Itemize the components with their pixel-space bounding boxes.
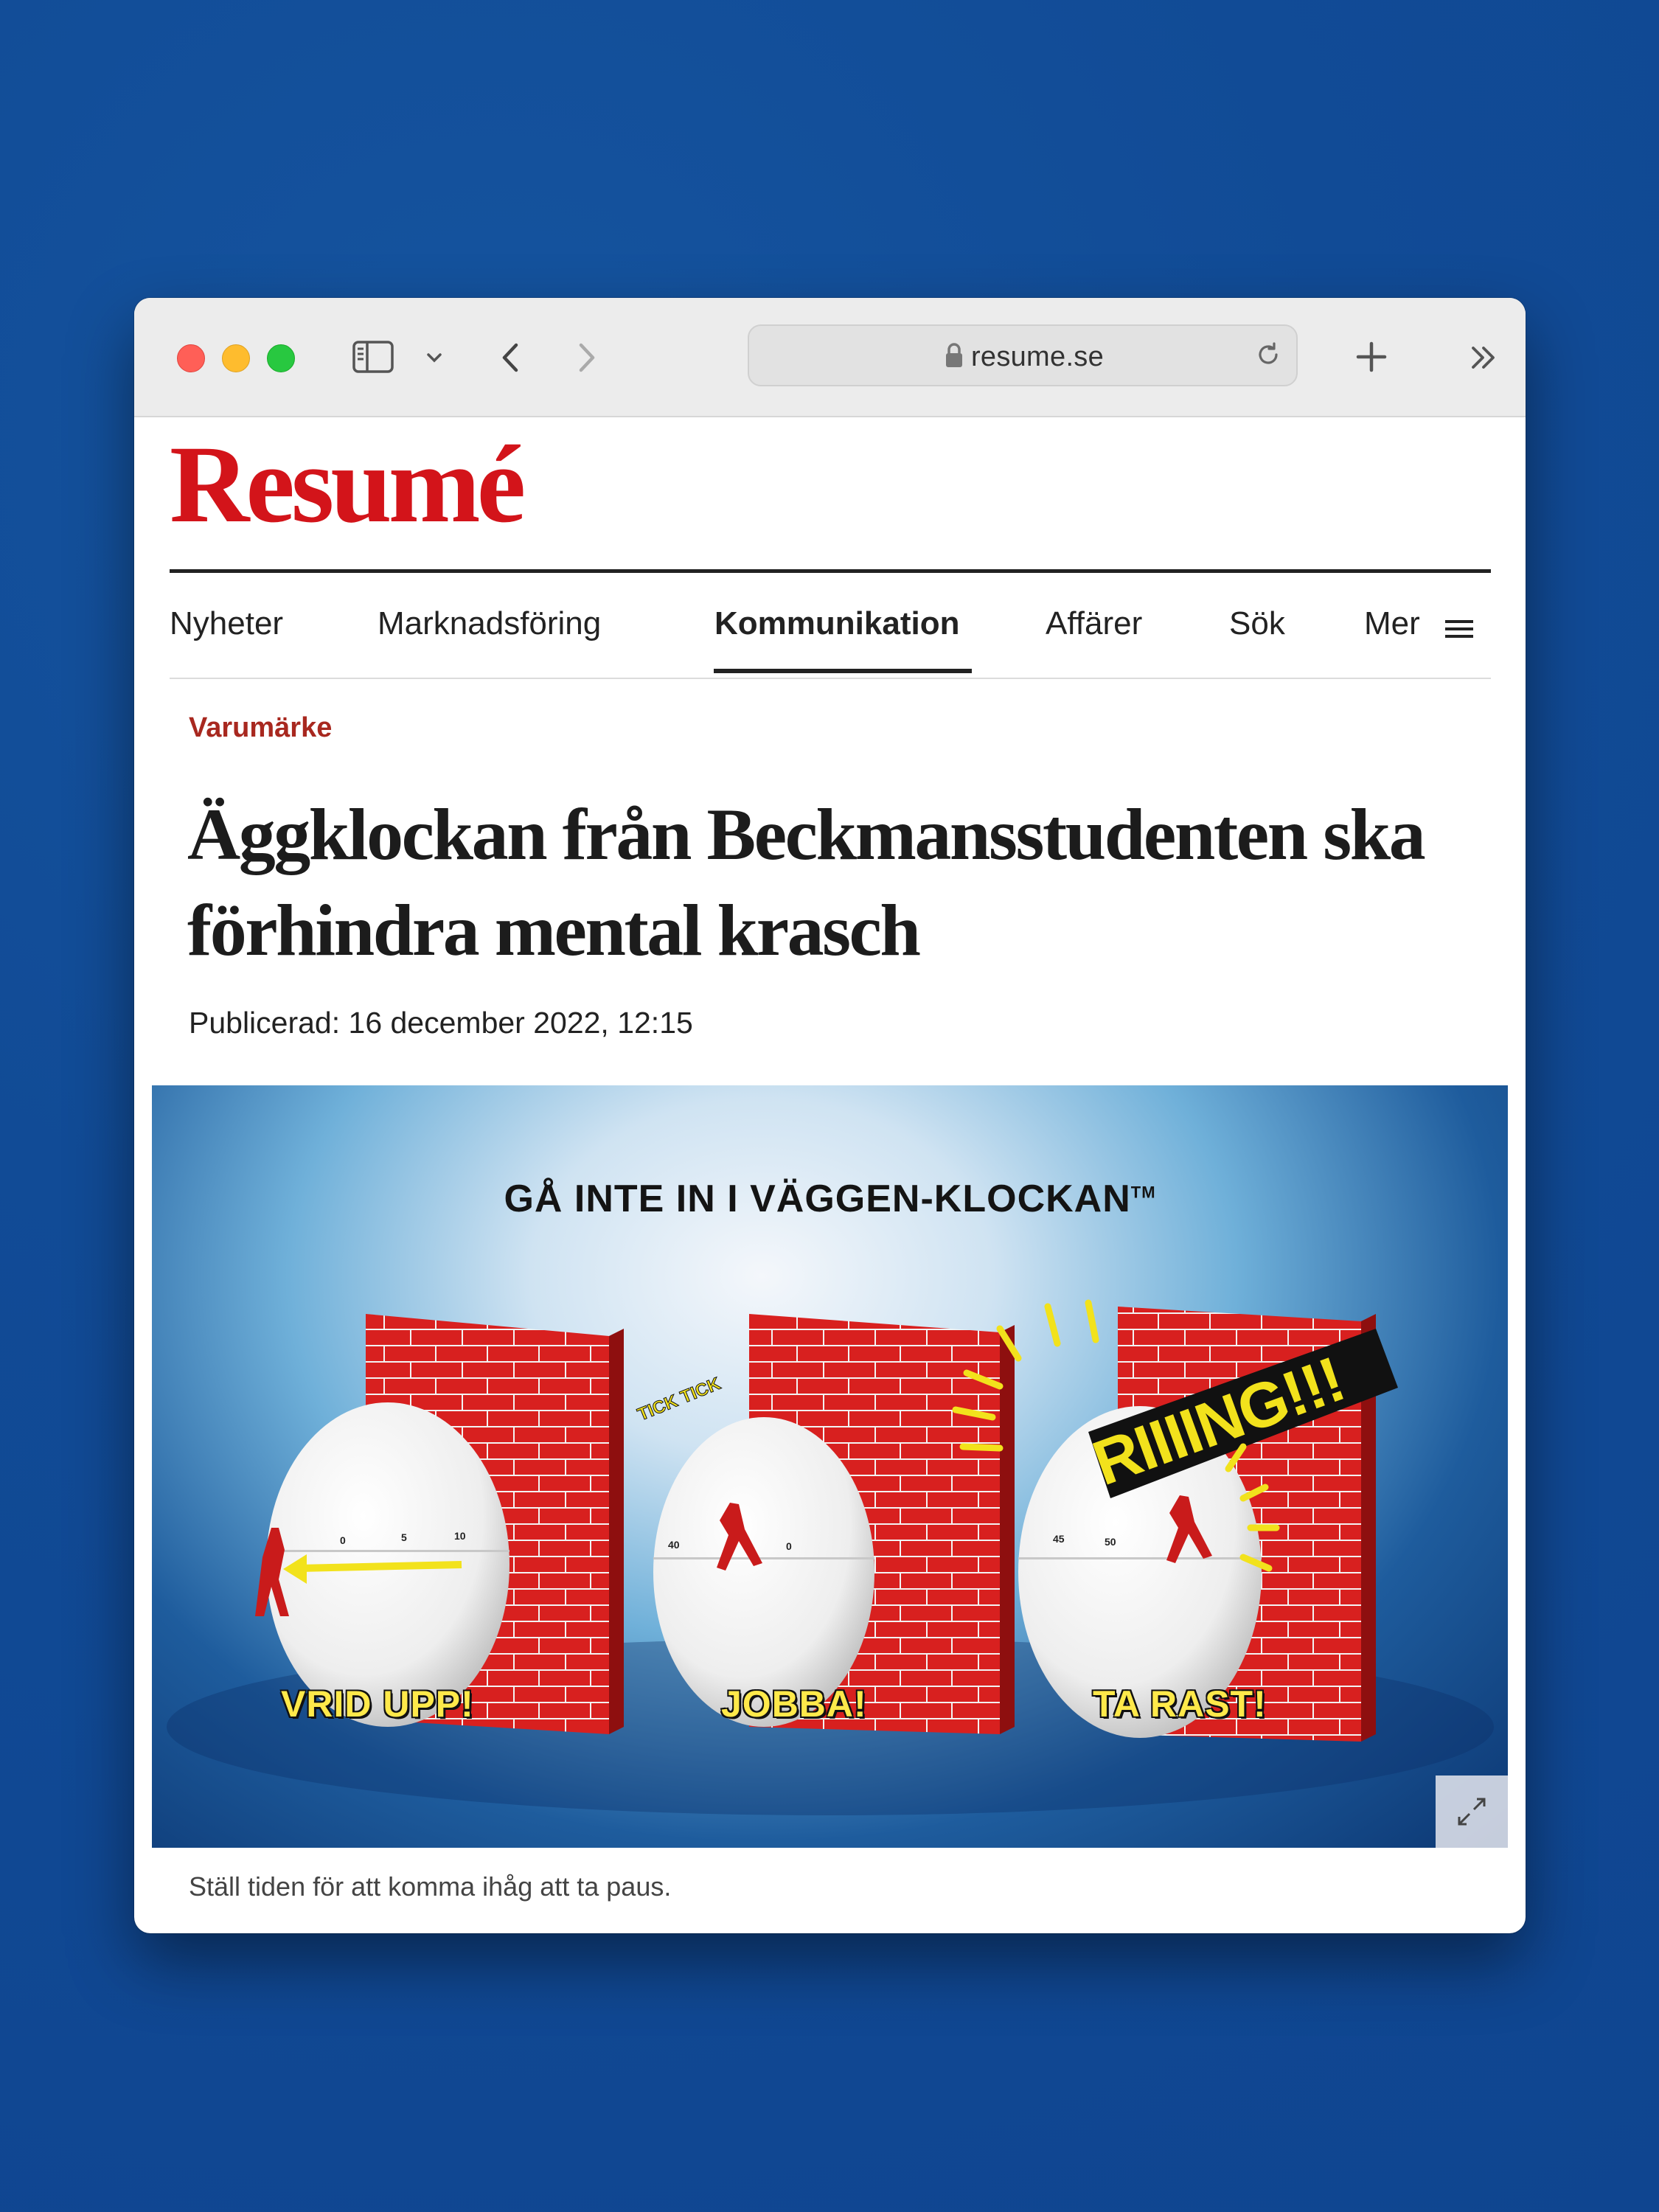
dial2-label-0: 40 [668, 1539, 680, 1551]
article-headline: Äggklockan från Beckmansstudenten ska fö… [187, 793, 1426, 971]
browser-window: resume.se Resumé Nyheter Marknadsföring … [134, 298, 1526, 1933]
egg-timer-1: 0 5 10 [255, 1314, 624, 1734]
address-bar[interactable]: resume.se [748, 324, 1298, 386]
tick-tick-text: TICK TICK [635, 1374, 724, 1425]
nav-item-affarer[interactable]: Affärer [1046, 605, 1142, 642]
nav-item-sok[interactable]: Sök [1229, 605, 1285, 642]
nav-item-kommunikation[interactable]: Kommunikation [714, 605, 959, 642]
reload-icon[interactable] [1253, 340, 1283, 369]
image-label-vrid-upp: VRID UPP! [281, 1683, 474, 1725]
nav-item-nyheter[interactable]: Nyheter [170, 605, 283, 642]
dial3-label-1: 50 [1105, 1536, 1116, 1548]
plus-icon[interactable] [1349, 335, 1394, 379]
active-tab-indicator [714, 669, 972, 673]
image-label-ta-rast: TA RAST! [1093, 1683, 1267, 1725]
image-caption: Ställ tiden för att komma ihåg att ta pa… [189, 1871, 672, 1902]
dial1-label-2: 10 [454, 1530, 466, 1542]
dial1-label-1: 5 [401, 1531, 407, 1543]
publish-date: Publicerad: 16 december 2022, 12:15 [189, 1006, 693, 1040]
site-logo[interactable]: Resumé [170, 429, 526, 540]
article-hero-image[interactable]: 0 5 10 40 0 TICK TICK 45 50 RIIIING!!! G… [152, 1085, 1508, 1848]
hamburger-menu-icon[interactable] [1442, 616, 1476, 642]
more-icon[interactable] [1464, 339, 1501, 376]
chevron-down-icon[interactable] [423, 347, 445, 369]
forward-icon[interactable] [572, 339, 602, 376]
dial1-label-0: 0 [340, 1534, 346, 1546]
dial3-label-0: 45 [1053, 1533, 1065, 1545]
egg-timer-2: 40 0 TICK TICK [635, 1314, 1015, 1734]
article-category-link[interactable]: Varumärke [189, 712, 332, 744]
close-window-button[interactable] [177, 344, 205, 372]
url-text: resume.se [970, 341, 1105, 372]
image-headline: GÅ INTE IN I VÄGGEN-KLOCKANTM [152, 1177, 1508, 1221]
expand-image-button[interactable] [1436, 1775, 1508, 1848]
nav-item-mer[interactable]: Mer [1364, 605, 1420, 642]
image-label-jobba: JOBBA! [721, 1683, 867, 1725]
back-icon[interactable] [495, 339, 525, 376]
main-nav: Nyheter Marknadsföring Kommunikation Aff… [170, 573, 1491, 679]
sidebar-icon[interactable] [352, 341, 394, 373]
browser-toolbar: resume.se [134, 298, 1526, 417]
expand-icon [1458, 1798, 1486, 1826]
zoom-window-button[interactable] [267, 344, 295, 372]
dial2-label-1: 0 [786, 1540, 792, 1552]
trademark-mark: TM [1130, 1183, 1156, 1202]
minimize-window-button[interactable] [222, 344, 250, 372]
nav-item-marknadsforing[interactable]: Marknadsföring [378, 605, 601, 642]
image-title-text: GÅ INTE IN I VÄGGEN-KLOCKAN [504, 1178, 1131, 1220]
